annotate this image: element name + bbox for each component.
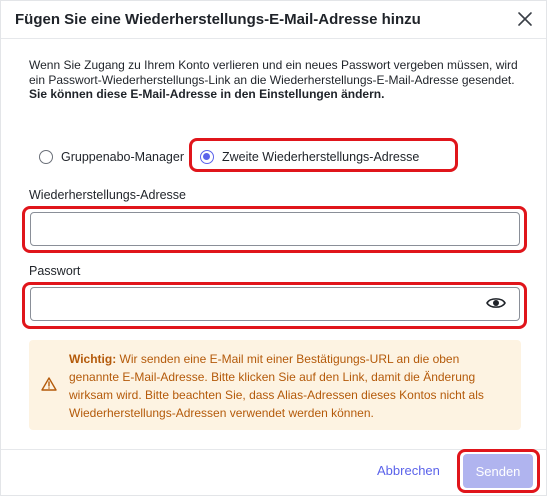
send-button[interactable]: Senden [463,454,533,488]
radio-group-manager[interactable]: Gruppenabo-Manager [39,150,184,164]
intro-text: Wenn Sie Zugang zu Ihrem Konto verlieren… [29,58,524,102]
warning-body: Wir senden eine E-Mail mit einer Bestäti… [69,352,484,420]
intro-settings-note: Sie können diese E-Mail-Adresse in den E… [29,87,385,101]
radio-second-recovery-address[interactable]: Zweite Wiederherstellungs-Adresse [200,150,419,164]
password-input[interactable] [30,287,520,321]
close-button[interactable] [516,10,534,28]
recovery-address-input[interactable] [30,212,520,246]
password-label: Passwort [29,264,81,278]
cancel-button[interactable]: Abbrechen [377,463,440,478]
warning-box: Wichtig: Wir senden eine E-Mail mit eine… [29,340,521,430]
intro-description: Wenn Sie Zugang zu Ihrem Konto verlieren… [29,58,518,87]
recovery-type-radio-group: Gruppenabo-Manager Zweite Wiederherstell… [39,144,419,170]
show-password-toggle[interactable] [486,296,506,310]
eye-icon [486,298,506,308]
warning-triangle-icon [41,377,57,391]
radio-second-recovery-address-circle[interactable] [200,150,214,164]
recovery-address-label: Wiederherstellungs-Adresse [29,188,187,202]
dialog-header: Fügen Sie eine Wiederherstellungs-E-Mail… [1,1,546,39]
close-icon [518,12,532,26]
warning-strong: Wichtig: [69,352,117,366]
radio-group-manager-circle[interactable] [39,150,53,164]
radio-group-manager-label: Gruppenabo-Manager [61,150,184,164]
dialog-title: Fügen Sie eine Wiederherstellungs-E-Mail… [15,11,421,28]
radio-second-recovery-address-label: Zweite Wiederherstellungs-Adresse [222,150,420,164]
recovery-email-dialog: Fügen Sie eine Wiederherstellungs-E-Mail… [0,0,547,496]
warning-text: Wichtig: Wir senden eine E-Mail mit eine… [69,350,509,422]
